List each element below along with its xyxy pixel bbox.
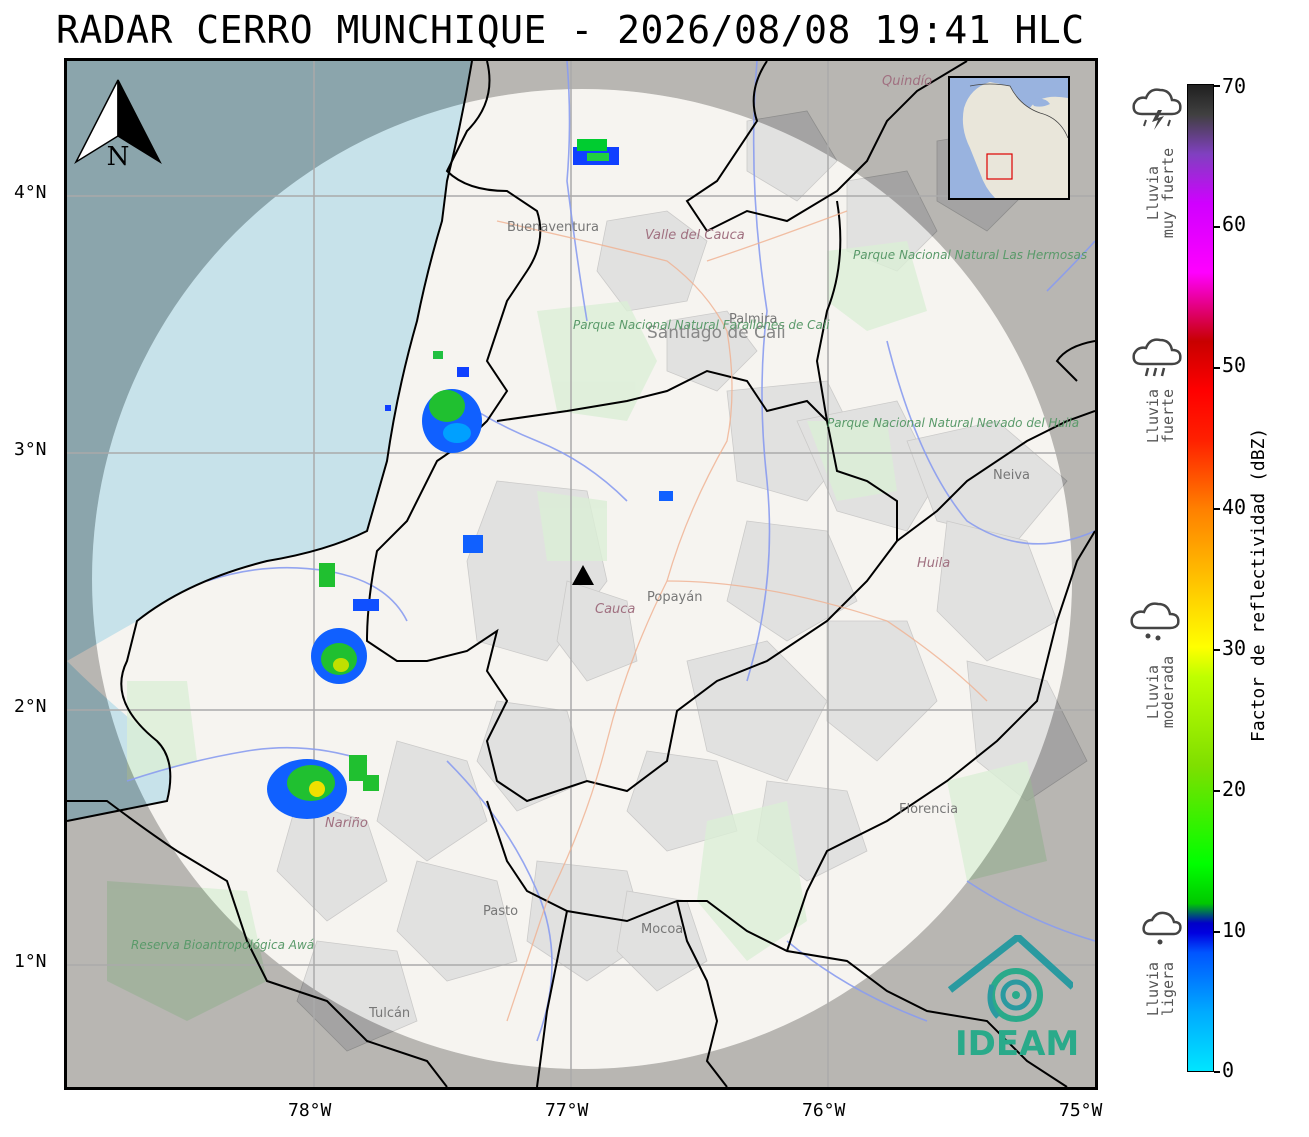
colorbar-tick: 50 — [1222, 353, 1247, 377]
lat-label: 4°N — [14, 182, 47, 203]
label-awa: Reserva Bioantropológica Awá — [131, 938, 314, 952]
rain-cloud-icon — [1130, 602, 1180, 641]
radar-map[interactable]: Quindío Buenaventura Valle del Cauca Pal… — [64, 58, 1098, 1090]
lon-label: 78°W — [288, 1100, 332, 1121]
lon-label: 77°W — [545, 1100, 589, 1121]
colorbar-tick: 40 — [1222, 495, 1247, 519]
lon-label: 75°W — [1059, 1100, 1103, 1121]
label-huila: Huila — [917, 556, 950, 571]
light-rain-cloud-icon — [1142, 911, 1182, 945]
reflectivity-colorbar — [1187, 84, 1214, 1072]
colorbar-tick: 10 — [1222, 918, 1247, 942]
rain-label-ligera: Lluvia ligera — [1144, 961, 1177, 1017]
label-neiva: Neiva — [993, 468, 1030, 483]
north-arrow-icon: N — [74, 79, 162, 172]
label-hermosas: Parque Nacional Natural Las Hermosas — [853, 248, 1087, 262]
rain-label-moderada: Lluvia moderada — [1144, 655, 1177, 729]
north-label: N — [107, 142, 130, 172]
colorbar-tick: 20 — [1222, 777, 1247, 801]
label-mocoa: Mocoa — [641, 922, 683, 937]
colorbar-title: Factor de reflectividad (dBZ) — [1248, 427, 1269, 742]
map-title: RADAR CERRO MUNCHIQUE - 2026/08/08 19:41… — [56, 8, 1085, 52]
label-buenaventura: Buenaventura — [507, 220, 599, 235]
label-tulcan: Tulcán — [368, 1006, 410, 1021]
ideam-logo-text: IDEAM — [955, 1024, 1080, 1064]
lon-label: 76°W — [802, 1100, 846, 1121]
label-pasto: Pasto — [483, 904, 518, 919]
label-cauca: Cauca — [595, 602, 635, 617]
locator-inset — [948, 76, 1070, 200]
rain-label-muy-fuerte: Lluvia muy fuerte — [1144, 147, 1177, 239]
lat-label: 2°N — [14, 696, 47, 717]
colorbar-tick: 30 — [1222, 636, 1247, 660]
lat-label: 3°N — [14, 439, 47, 460]
label-valle: Valle del Cauca — [645, 228, 745, 243]
label-popayan: Popayán — [647, 590, 702, 605]
lat-label: 1°N — [14, 951, 47, 972]
label-farallones: Parque Nacional Natural Farallones de Ca… — [573, 318, 830, 332]
echo-cell — [311, 628, 367, 684]
storm-cloud-icon — [1132, 88, 1182, 130]
map-canvas: Quindío Buenaventura Valle del Cauca Pal… — [67, 61, 1095, 1087]
heavy-rain-cloud-icon — [1132, 338, 1182, 377]
colorbar-tick: 60 — [1222, 212, 1247, 236]
label-narino: Nariño — [325, 816, 368, 831]
rain-label-fuerte: Lluvia fuerte — [1144, 388, 1177, 444]
label-nevado: Parque Nacional Natural Nevado del Huila — [827, 416, 1079, 430]
label-quindio: Quindío — [882, 74, 932, 89]
colorbar-tick: 0 — [1222, 1058, 1235, 1082]
label-florencia: Florencia — [899, 802, 958, 817]
colorbar-tick: 70 — [1222, 74, 1247, 98]
